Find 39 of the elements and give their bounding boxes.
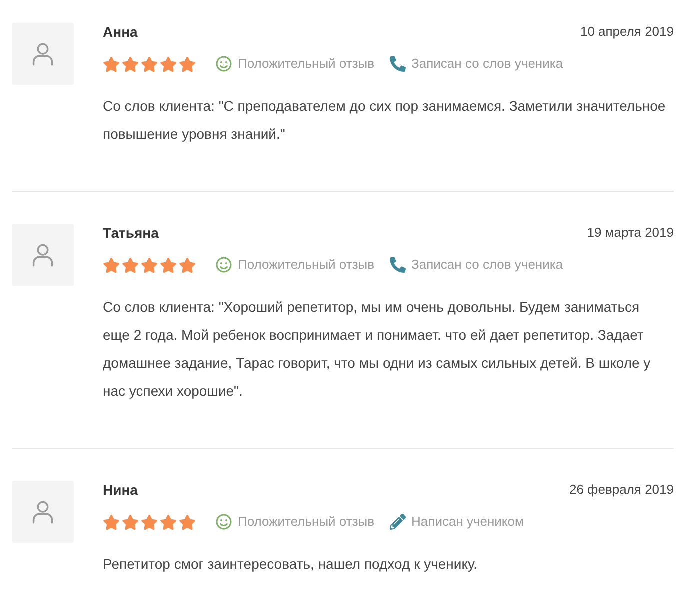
phone-icon bbox=[390, 257, 406, 273]
star-icon bbox=[160, 56, 177, 72]
star-icon bbox=[160, 256, 177, 274]
star-icon bbox=[103, 514, 120, 530]
smiley-icon bbox=[216, 257, 232, 273]
star-icon bbox=[141, 56, 158, 72]
star-icon bbox=[160, 514, 177, 530]
source-label: Записан со слов ученика bbox=[412, 55, 564, 74]
star-icon bbox=[179, 56, 196, 72]
star-icon bbox=[103, 256, 120, 274]
user-avatar-icon bbox=[12, 224, 74, 286]
star-icon bbox=[141, 514, 158, 530]
sentiment-label: Положительный отзыв bbox=[238, 55, 375, 74]
reviewer-name: Татьяна bbox=[103, 224, 159, 242]
sentiment-label: Положительный отзыв bbox=[238, 256, 375, 274]
source-label: Записан со слов ученика bbox=[412, 256, 564, 274]
sentiment-label: Положительный отзыв bbox=[238, 513, 375, 532]
star-icon bbox=[122, 256, 139, 274]
review-date: 26 февраля 2019 bbox=[569, 481, 674, 500]
star-icon bbox=[141, 256, 158, 274]
review-date: 19 марта 2019 bbox=[587, 224, 674, 242]
review-text: Со слов клиента: "Хороший репетитор, мы им очень довольны. Будем заниматься еще 2 года. Мой ребенок воспринимает и понимает. что ей дает репетитор. Задает домашнее задание, Тарас говорит, что мы одни из самых сильных детей. В школе у нас успехи хорошие". bbox=[103, 298, 652, 401]
user-avatar-icon bbox=[12, 23, 74, 85]
smiley-icon bbox=[216, 514, 232, 530]
source-label: Написан учеником bbox=[412, 513, 524, 532]
reviewer-name: Анна bbox=[103, 22, 138, 42]
review-date: 10 апреля 2019 bbox=[580, 23, 674, 42]
star-icon bbox=[122, 56, 139, 72]
smiley-icon bbox=[216, 56, 232, 72]
review-text: Репетитор смог заинтересовать, нашел подход к ученику. bbox=[103, 555, 478, 574]
star-icon bbox=[122, 514, 139, 530]
pencil-icon bbox=[390, 514, 406, 530]
user-avatar-icon bbox=[12, 481, 74, 543]
phone-icon bbox=[390, 56, 406, 72]
reviewer-name: Нина bbox=[103, 480, 138, 500]
review-text: Со слов клиента: "С преподавателем до сих пор занимаемся. Заметили значительное повышение уровня знаний." bbox=[103, 97, 667, 144]
star-icon bbox=[179, 514, 196, 530]
star-icon bbox=[179, 256, 196, 274]
star-icon bbox=[103, 56, 120, 72]
